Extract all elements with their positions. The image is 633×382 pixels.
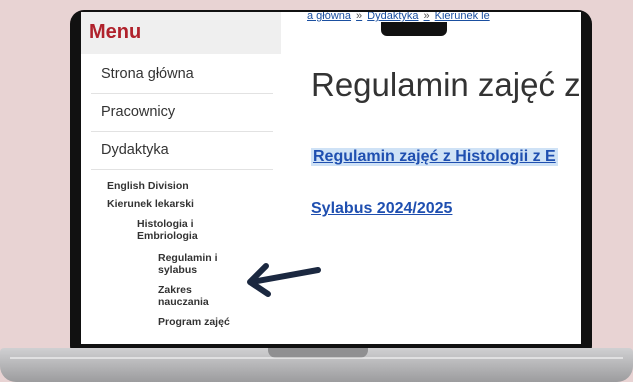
left-arrow-icon <box>247 263 321 297</box>
sidebar-item-strona-glowna[interactable]: Strona główna <box>91 56 273 94</box>
browser-screen: Menu Strona główna Pracownicy Dydaktyka … <box>81 12 581 344</box>
sylabus-link[interactable]: Sylabus 2024/2025 <box>311 200 452 218</box>
sidebar-subitem-kierunek-lekarski[interactable]: Kierunek lekarski <box>81 198 281 210</box>
breadcrumb-separator: » <box>423 12 430 22</box>
camera-notch <box>381 22 447 36</box>
breadcrumb-link-kierunek[interactable]: Kierunek le <box>435 12 490 22</box>
breadcrumb-separator: » <box>356 12 363 22</box>
breadcrumb-link-dydaktyka[interactable]: Dydaktyka <box>367 12 418 22</box>
sidebar-leaf-regulamin-sylabus[interactable]: Regulamin i sylabus <box>81 252 238 276</box>
laptop-base-edge <box>10 357 623 359</box>
sidebar-leaf-zakres-nauczania[interactable]: Zakres nauczania <box>81 284 238 308</box>
page-title: Regulamin zajęć z H <box>311 66 581 103</box>
sidebar-item-dydaktyka[interactable]: Dydaktyka <box>91 132 273 170</box>
regulamin-link[interactable]: Regulamin zajęć z Histologii z E <box>311 148 558 166</box>
sidebar-leaf-program-zajec[interactable]: Program zajęć <box>81 316 238 328</box>
sidebar-subitem-english-division[interactable]: English Division <box>81 180 281 192</box>
breadcrumb: a główna » Dydaktyka » Kierunek le <box>307 12 490 22</box>
sidebar-subitem-histologia-embriologia[interactable]: Histologia i Embriologia <box>81 218 227 242</box>
menu-heading: Menu <box>81 12 281 54</box>
breadcrumb-link-home[interactable]: a główna <box>307 12 351 22</box>
sidebar-item-pracownicy[interactable]: Pracownicy <box>91 94 273 132</box>
